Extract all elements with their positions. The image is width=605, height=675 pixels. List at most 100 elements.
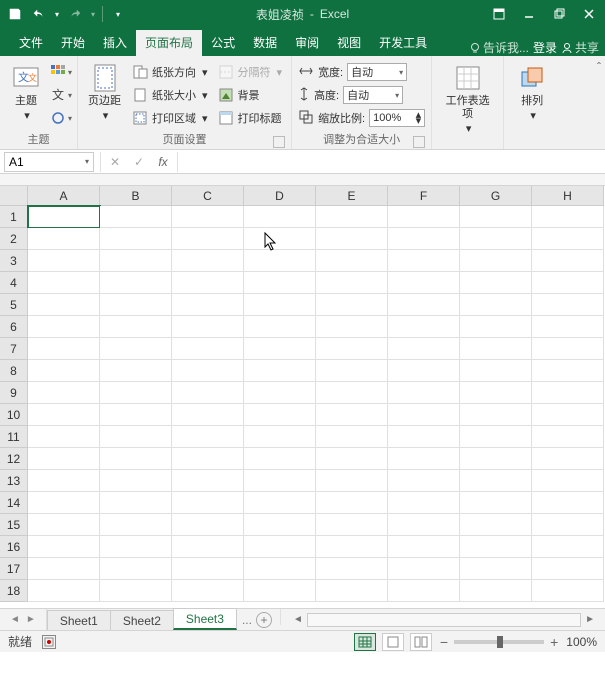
cell[interactable] [100,360,172,382]
sheet-tab-1[interactable]: Sheet1 [47,610,111,630]
cell[interactable] [100,558,172,580]
tab-insert[interactable]: 插入 [94,30,136,56]
restore-icon[interactable] [545,3,573,25]
cell[interactable] [172,272,244,294]
cell[interactable] [460,338,532,360]
print-titles-button[interactable]: 打印标题 [215,107,286,129]
page-layout-view-button[interactable] [382,633,404,651]
page-break-view-button[interactable] [410,633,432,651]
row-header[interactable]: 17 [0,558,28,580]
cell[interactable] [316,426,388,448]
cell[interactable] [460,294,532,316]
cell[interactable] [316,360,388,382]
formula-input[interactable] [180,152,605,172]
cell[interactable] [172,580,244,602]
cell[interactable] [244,228,316,250]
cell[interactable] [100,338,172,360]
cell[interactable] [100,470,172,492]
column-header[interactable]: D [244,186,316,206]
dialog-launcher-icon[interactable] [273,136,285,148]
cell[interactable] [100,426,172,448]
height-select[interactable]: 自动▾ [343,86,403,104]
cell[interactable] [532,580,604,602]
tell-me-button[interactable]: 告诉我... [469,39,529,56]
cell[interactable] [244,536,316,558]
name-box[interactable]: A1 ▾ [4,152,94,172]
cell[interactable] [28,404,100,426]
cell[interactable] [172,536,244,558]
row-header[interactable]: 11 [0,426,28,448]
cell[interactable] [532,426,604,448]
cell[interactable] [460,426,532,448]
cell[interactable] [460,558,532,580]
cell[interactable] [316,338,388,360]
cell[interactable] [388,272,460,294]
undo-icon[interactable] [28,3,50,25]
cell[interactable] [100,294,172,316]
normal-view-button[interactable] [354,633,376,651]
enter-button[interactable]: ✓ [127,152,151,172]
cell[interactable] [316,250,388,272]
tab-formulas[interactable]: 公式 [202,30,244,56]
collapse-ribbon-icon[interactable]: ˆ [597,60,601,74]
sheet-tab-3[interactable]: Sheet3 [173,608,237,630]
theme-effects-button[interactable]: ▾ [50,107,72,129]
cell[interactable] [28,294,100,316]
row-header[interactable]: 18 [0,580,28,602]
cell[interactable] [388,294,460,316]
cell[interactable] [28,514,100,536]
cell[interactable] [28,580,100,602]
cell[interactable] [172,558,244,580]
cell[interactable] [100,536,172,558]
cell[interactable] [100,250,172,272]
cell[interactable] [388,404,460,426]
row-header[interactable]: 7 [0,338,28,360]
cell[interactable] [388,382,460,404]
cell[interactable] [532,558,604,580]
share-button[interactable]: 共享 [561,39,599,56]
size-button[interactable]: 纸张大小▾ [129,84,211,106]
cell[interactable] [244,558,316,580]
cell[interactable] [244,426,316,448]
cell[interactable] [100,382,172,404]
cell[interactable] [28,272,100,294]
cell[interactable] [316,492,388,514]
column-header[interactable]: H [532,186,604,206]
zoom-slider[interactable]: − + [438,634,560,650]
cell[interactable] [532,382,604,404]
print-area-button[interactable]: 打印区域▾ [129,107,211,129]
themes-button[interactable]: 文文 主题 ▾ [6,61,46,125]
cell[interactable] [172,228,244,250]
arrange-button[interactable]: 排列 ▾ [512,61,552,125]
theme-fonts-button[interactable]: 文▾ [50,84,72,106]
row-header[interactable]: 16 [0,536,28,558]
cancel-button[interactable]: ✕ [103,152,127,172]
cell[interactable] [244,250,316,272]
cell[interactable] [244,448,316,470]
login-button[interactable]: 登录 [533,39,557,56]
cell[interactable] [100,448,172,470]
zoom-out-button[interactable]: − [438,634,450,650]
cell[interactable] [172,250,244,272]
row-header[interactable]: 3 [0,250,28,272]
tab-home[interactable]: 开始 [52,30,94,56]
select-all-corner[interactable] [0,186,28,206]
cell[interactable] [28,338,100,360]
cell[interactable] [460,404,532,426]
cell[interactable] [316,228,388,250]
cell[interactable] [244,272,316,294]
cell[interactable] [532,228,604,250]
cell[interactable] [28,558,100,580]
sheet-options-button[interactable]: 工作表选项 ▾ [438,61,497,138]
row-header[interactable]: 1 [0,206,28,228]
cell[interactable] [172,338,244,360]
cell[interactable] [28,250,100,272]
cell[interactable] [460,206,532,228]
cell[interactable] [244,206,316,228]
cell[interactable] [244,514,316,536]
cell[interactable] [100,316,172,338]
row-header[interactable]: 6 [0,316,28,338]
cell[interactable] [244,382,316,404]
cell[interactable] [244,492,316,514]
column-header[interactable]: C [172,186,244,206]
